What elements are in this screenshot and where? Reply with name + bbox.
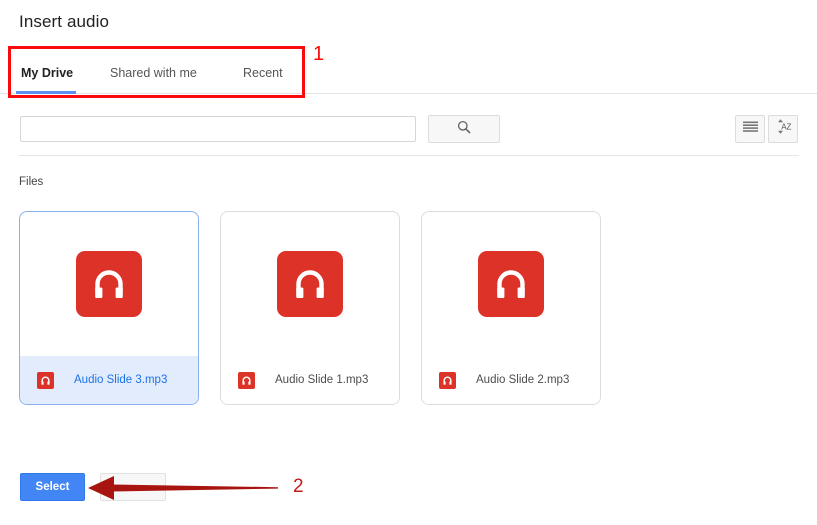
search-icon [457,120,471,139]
file-name: Audio Slide 2.mp3 [476,374,570,386]
files-section-label: Files [19,176,44,188]
audio-file-icon [478,251,544,317]
audio-file-icon [277,251,343,317]
search-button[interactable] [428,115,500,143]
svg-text:AZ: AZ [781,122,791,131]
list-view-icon [742,120,758,138]
sort-az-icon: AZ [775,118,792,140]
file-thumbnail [20,212,198,356]
file-card[interactable]: Audio Slide 1.mp3 [220,211,400,405]
tab-shared-with-me[interactable]: Shared with me [104,56,203,92]
tab-shared-with-me-label: Shared with me [110,66,197,80]
page-title: Insert audio [19,12,110,31]
tab-my-drive-label: My Drive [21,66,74,80]
audio-file-icon-small [238,371,255,389]
active-tab-indicator [16,91,76,94]
view-toggle-button[interactable] [735,115,765,143]
annotation-number-1: 1 [313,43,325,65]
file-name: Audio Slide 1.mp3 [275,374,369,386]
file-grid: Audio Slide 3.mp3 Audio Slide 1.mp3 Audi… [19,211,809,407]
file-thumbnail [221,212,399,356]
file-card-footer: Audio Slide 2.mp3 [422,356,600,404]
search-input[interactable] [20,116,416,142]
tab-recent-label: Recent [243,66,283,80]
tab-strip: My Drive Shared with me Recent [0,56,817,94]
file-name: Audio Slide 3.mp3 [74,374,168,386]
audio-file-icon [76,251,142,317]
file-card[interactable]: Audio Slide 2.mp3 [421,211,601,405]
select-button[interactable]: Select [20,473,85,501]
file-card-footer: Audio Slide 1.mp3 [221,356,399,404]
file-card[interactable]: Audio Slide 3.mp3 [19,211,199,405]
tab-my-drive[interactable]: My Drive [15,56,79,92]
sort-button[interactable]: AZ [768,115,798,143]
audio-file-icon-small [37,371,54,389]
tab-recent[interactable]: Recent [237,56,289,92]
section-divider [19,155,799,156]
audio-file-icon-small [439,371,456,389]
file-thumbnail [422,212,600,356]
annotation-number-2: 2 [293,476,304,497]
cancel-button[interactable] [100,473,166,501]
file-card-footer: Audio Slide 3.mp3 [20,356,198,404]
